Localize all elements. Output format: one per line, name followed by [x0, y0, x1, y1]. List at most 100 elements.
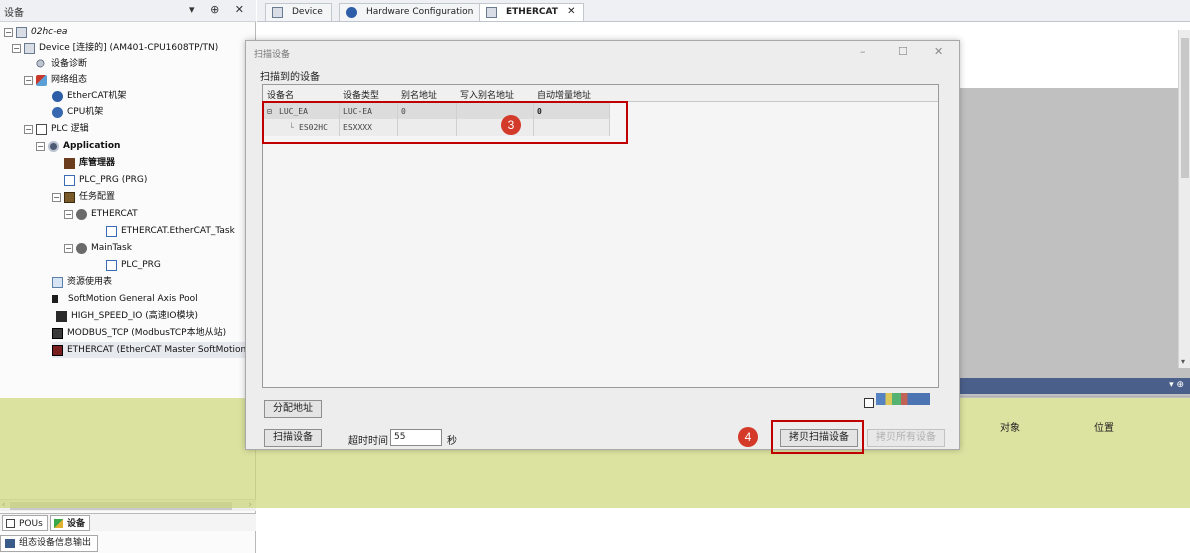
tree-cpu-rack[interactable]: CPU机架 [52, 104, 103, 120]
ethercat-rack-icon [52, 90, 63, 102]
close-icon[interactable]: ✕ [934, 45, 943, 58]
tree-task-config[interactable]: − 任务配置 [52, 189, 115, 205]
tree-label: Device [连接的] (AM401-CPU1608TP/TN) [39, 43, 219, 53]
tree-high-speed-io[interactable]: HIGH_SPEED_IO (高速IO模块) [56, 308, 198, 324]
timeout-input[interactable]: 55 [390, 429, 442, 446]
grid-header: 设备名 设备类型 别名地址 写入别名地址 自动增量地址 [263, 85, 938, 102]
library-icon [64, 157, 75, 169]
collapse-icon[interactable]: − [24, 124, 33, 134]
network-config-icon [36, 74, 47, 86]
timeout-label: 超时时间 [348, 436, 388, 447]
tab-config-output[interactable]: 组态设备信息输出 [0, 535, 99, 552]
divider [958, 396, 1190, 397]
tab-device[interactable]: Device [265, 3, 332, 21]
tree-label: MODBUS_TCP (ModbusTCP本地从站) [67, 328, 227, 338]
tree-label: PLC 逻辑 [51, 124, 89, 134]
tree-project[interactable]: − 02hc-ea [4, 24, 67, 40]
tree-label: ETHERCAT (EtherCAT Master SoftMotion) [67, 345, 250, 355]
plc-logic-icon [36, 123, 47, 135]
tree-label: MainTask [91, 243, 132, 253]
tab-label: POUs [19, 519, 43, 529]
editor-vertical-scrollbar[interactable]: ▾ [1178, 30, 1190, 368]
tree-plc-prg-call[interactable]: PLC_PRG [106, 257, 161, 273]
tab-label: Hardware Configuration [366, 7, 474, 17]
pous-icon [6, 519, 15, 528]
collapse-icon[interactable]: − [4, 27, 13, 37]
tab-label: 设备 [67, 519, 86, 529]
tree-modbus-tcp[interactable]: MODBUS_TCP (ModbusTCP本地从站) [52, 325, 226, 341]
tree-device-diagnosis[interactable]: 设备诊断 [36, 56, 87, 72]
diagnosis-icon [36, 58, 47, 70]
column-header-position: 位置 [1094, 423, 1114, 434]
assign-address-button[interactable]: 分配地址 [264, 400, 322, 418]
column-header: 自动增量地址 [537, 91, 592, 101]
panel-tabs: POUs 设备 [0, 513, 256, 531]
scan-devices-button[interactable]: 扫描设备 [264, 429, 322, 447]
application-icon [48, 140, 59, 152]
tab-hardware-configuration[interactable]: Hardware Configuration [339, 3, 483, 21]
devices-icon [54, 519, 63, 528]
maximize-icon[interactable]: ☐ [898, 45, 908, 58]
tree-network-config[interactable]: − 网络组态 [24, 72, 87, 88]
tree-plc-prg[interactable]: PLC_PRG (PRG) [64, 172, 147, 188]
tree-ethercat-rack[interactable]: EtherCAT机架 [52, 88, 126, 104]
tree-device[interactable]: − Device [连接的] (AM401-CPU1608TP/TN) [12, 40, 218, 56]
column-header: 别名地址 [401, 91, 438, 101]
device-panel-header: 设备 ▾ ⊕ ✕ [0, 0, 256, 22]
editor-tab-bar: Device Hardware Configuration ETHERCAT ✕ [257, 0, 1190, 22]
device-panel-title: 设备 [4, 8, 24, 19]
output-icon [5, 539, 15, 548]
device-icon [272, 7, 283, 18]
scrollbar-thumb[interactable] [1181, 38, 1189, 178]
copy-all-devices-button[interactable]: 拷贝所有设备 [867, 429, 945, 447]
tree-ethercat-master[interactable]: ETHERCAT (EtherCAT Master SoftMotion) [52, 342, 252, 358]
close-icon[interactable]: ✕ [567, 6, 575, 17]
tree-application[interactable]: − Application [36, 138, 120, 154]
scroll-down-icon[interactable]: ▾ [1181, 357, 1185, 366]
tree-label: Application [63, 141, 121, 151]
ethercat-master-icon [52, 344, 63, 356]
collapse-icon[interactable]: − [24, 75, 33, 85]
tree-label: 库管理器 [79, 158, 116, 168]
tree-label: PLC_PRG (PRG) [79, 175, 148, 185]
collapse-icon[interactable]: − [64, 243, 73, 253]
tree-label: 任务配置 [79, 192, 116, 202]
option-checkbox[interactable] [864, 398, 874, 408]
tab-ethercat[interactable]: ETHERCAT ✕ [479, 3, 585, 21]
tab-label: ETHERCAT [506, 7, 558, 17]
tab-label: Device [292, 7, 323, 17]
column-header: 设备名 [267, 91, 295, 101]
garbled-label [876, 393, 930, 405]
tab-pous[interactable]: POUs [2, 515, 48, 531]
device-icon [24, 42, 35, 54]
panel-controls[interactable]: ▾ ⊕ [1169, 380, 1184, 390]
annotation-badge-4: 4 [738, 427, 758, 447]
tree-library-manager[interactable]: 库管理器 [64, 155, 115, 171]
tree-ethercat-task[interactable]: − ETHERCAT [64, 206, 138, 222]
tab-label: 组态设备信息输出 [19, 538, 92, 548]
tree-ethercat-task-call[interactable]: ETHERCAT.EtherCAT_Task [106, 223, 235, 239]
resource-table-icon [52, 276, 63, 288]
task-config-icon [64, 191, 75, 203]
cpu-rack-icon [52, 106, 63, 118]
collapse-icon[interactable]: − [52, 192, 61, 202]
annotation-badge-3: 3 [501, 115, 521, 135]
tree-label: 网络组态 [51, 75, 88, 85]
panel-controls[interactable]: ▾ ⊕ ✕ [189, 3, 250, 16]
column-header: 写入别名地址 [460, 91, 515, 101]
collapse-icon[interactable]: − [36, 141, 45, 151]
tree-plc-logic[interactable]: − PLC 逻辑 [24, 121, 89, 137]
tree-axis-pool[interactable]: SoftMotion General Axis Pool [52, 291, 198, 307]
minimize-icon[interactable]: – [860, 45, 866, 58]
tree-label: 02hc-ea [31, 27, 68, 37]
tab-devices[interactable]: 设备 [50, 515, 91, 531]
tree-resource-table[interactable]: 资源使用表 [52, 274, 112, 290]
tree-label: 设备诊断 [51, 59, 88, 69]
scanned-devices-label: 扫描到的设备 [260, 72, 320, 83]
collapse-icon[interactable]: − [12, 43, 21, 53]
column-header: 设备类型 [343, 91, 380, 101]
dialog-title: 扫描设备 [254, 50, 291, 60]
messages-panel-header: ▾ ⊕ [960, 378, 1190, 394]
collapse-icon[interactable]: − [64, 209, 73, 219]
tree-maintask[interactable]: − MainTask [64, 240, 132, 256]
